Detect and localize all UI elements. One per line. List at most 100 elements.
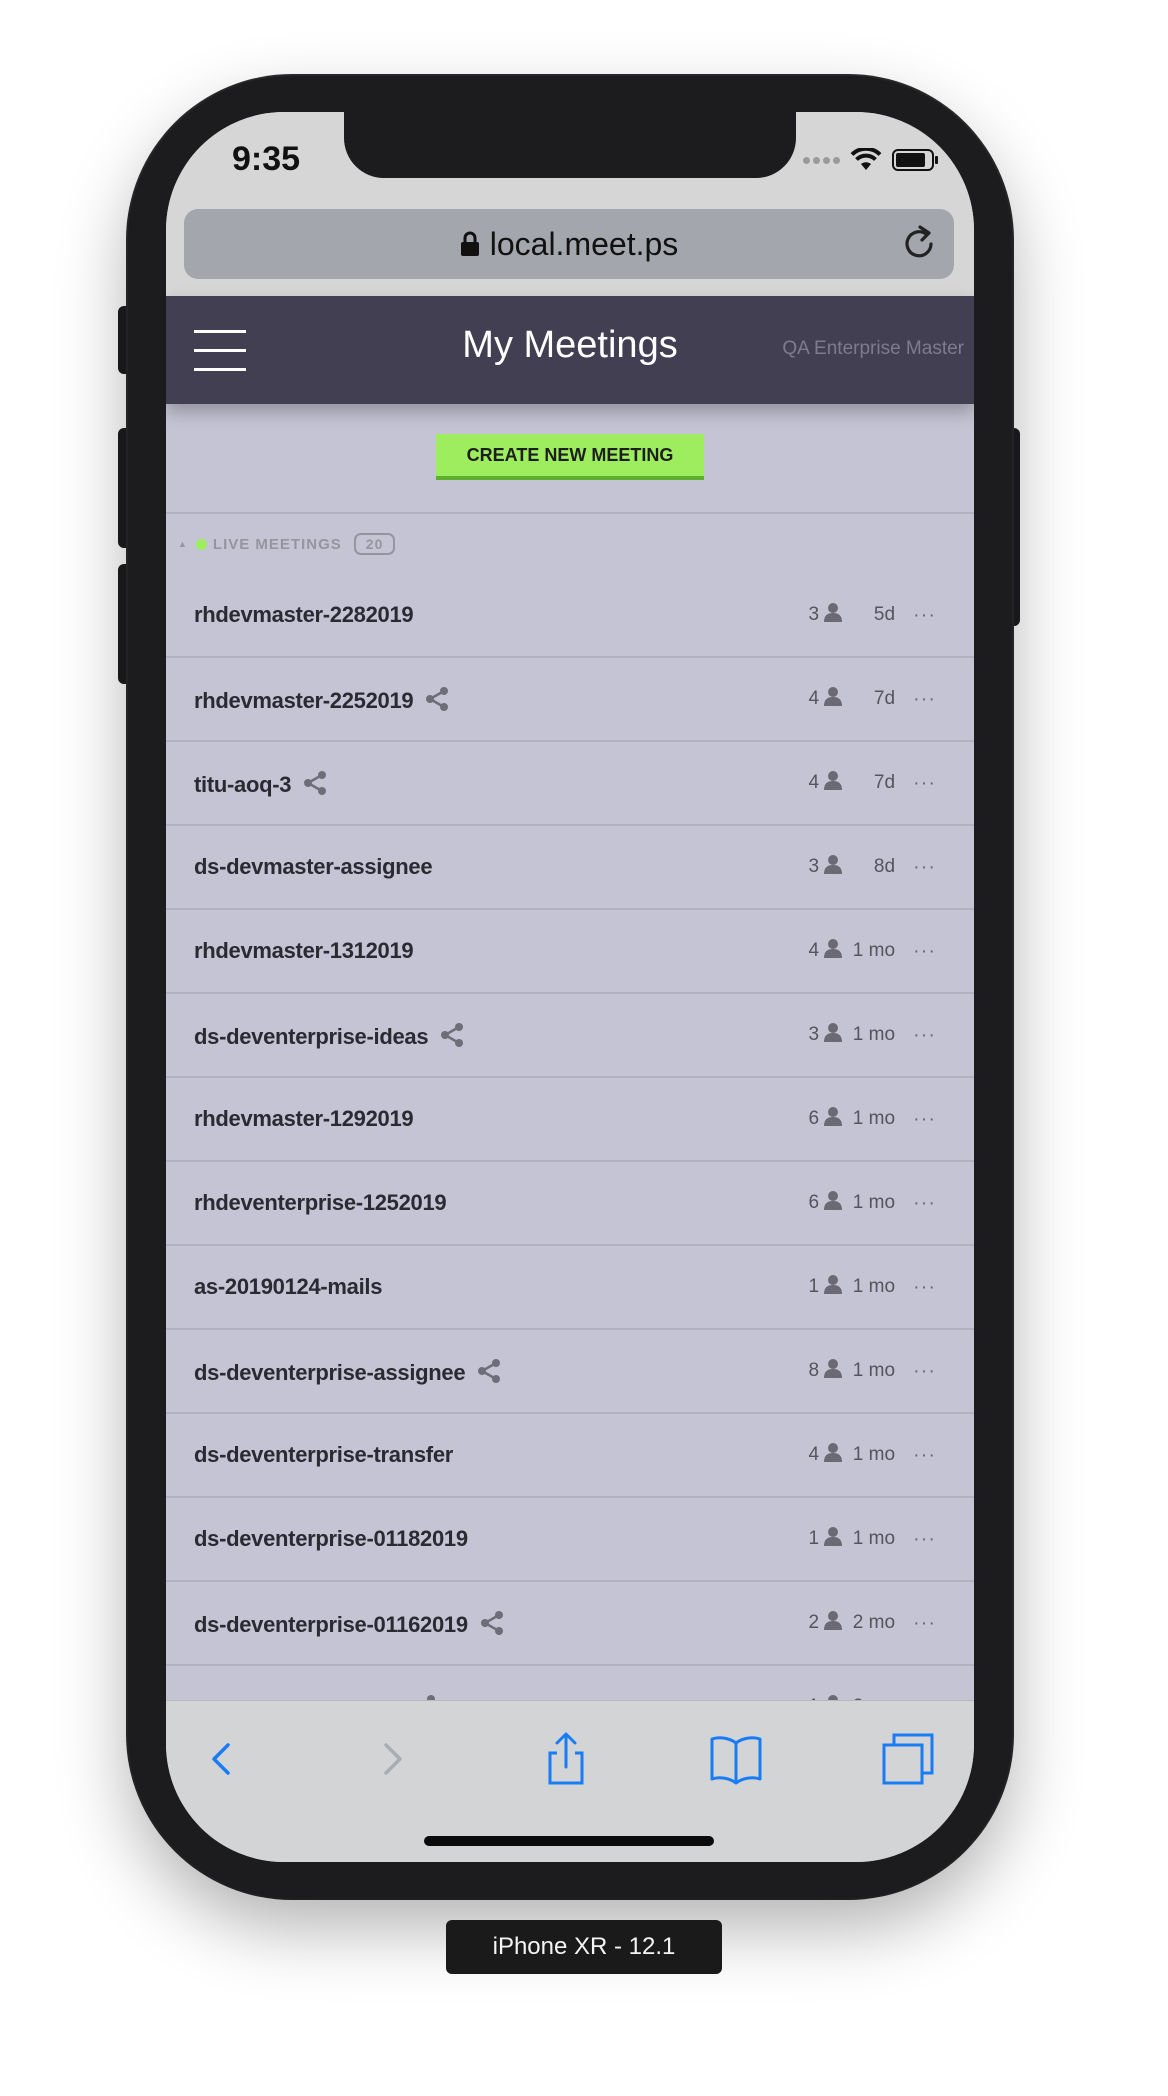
share-icon[interactable] bbox=[477, 1358, 501, 1390]
meeting-meta: 2 2 mo ··· bbox=[803, 1610, 936, 1635]
more-icon[interactable]: ··· bbox=[913, 1109, 936, 1129]
share-sheet-icon[interactable] bbox=[536, 1729, 596, 1789]
meeting-row[interactable]: rhdevmaster-2252019 4 7d ··· bbox=[166, 658, 974, 742]
more-icon[interactable]: ··· bbox=[913, 1277, 936, 1297]
more-icon[interactable]: ··· bbox=[913, 1445, 936, 1465]
notch bbox=[344, 112, 796, 178]
meeting-age: 1 mo bbox=[852, 1275, 896, 1297]
meeting-name-text: rhdevmaster-2252019 bbox=[194, 688, 414, 713]
meeting-row[interactable]: rhdeventerprise-1252019 6 1 mo ··· bbox=[166, 1162, 974, 1246]
person-icon bbox=[823, 770, 843, 795]
participant-count: 1 bbox=[808, 1527, 820, 1549]
meeting-age: 1 mo bbox=[852, 939, 896, 961]
person-icon bbox=[823, 1190, 843, 1215]
participant-count: 3 bbox=[808, 855, 820, 877]
meeting-row[interactable]: ds-deventerprise-assignee 8 1 mo ··· bbox=[166, 1330, 974, 1414]
live-indicator-dot bbox=[195, 538, 207, 550]
meeting-row[interactable]: ds-deventerprise-ideas 3 1 mo ··· bbox=[166, 994, 974, 1078]
person-icon bbox=[823, 1526, 843, 1551]
participant-count: 1 bbox=[808, 1275, 820, 1297]
participant-count: 8 bbox=[808, 1359, 820, 1381]
meeting-meta: 1 1 mo ··· bbox=[803, 1274, 936, 1299]
meeting-name-text: rhdeventerprise-1252019 bbox=[194, 1190, 447, 1215]
meeting-name[interactable]: ds-deventerprise-transfer bbox=[194, 1442, 453, 1468]
meeting-name-text: ds-deventerprise-01182019 bbox=[194, 1526, 468, 1551]
create-new-meeting-button[interactable]: CREATE NEW MEETING bbox=[436, 434, 704, 480]
meeting-row[interactable]: rhdevmaster-upvote12 mo··· bbox=[166, 1666, 974, 1700]
organization-name[interactable]: QA Enterprise Master bbox=[782, 338, 964, 360]
meeting-name[interactable]: rhdevmaster-2282019 bbox=[194, 602, 414, 628]
share-icon[interactable] bbox=[440, 1022, 464, 1054]
participant-count: 2 bbox=[808, 1611, 820, 1633]
live-meetings-header[interactable]: ▲ LIVE MEETINGS 20 bbox=[166, 514, 974, 574]
meeting-name[interactable]: rhdevmaster-1292019 bbox=[194, 1106, 414, 1132]
more-icon[interactable]: ··· bbox=[913, 1025, 936, 1045]
meeting-name-text: as-20190124-mails bbox=[194, 1274, 383, 1299]
meeting-name[interactable]: as-20190124-mails bbox=[194, 1274, 382, 1300]
participant-count: 6 bbox=[808, 1191, 820, 1213]
share-icon[interactable] bbox=[480, 1610, 504, 1642]
more-icon[interactable]: ··· bbox=[913, 605, 936, 625]
meeting-meta: 1 1 mo ··· bbox=[803, 1526, 936, 1551]
meeting-row[interactable]: titu-aoq-3 4 7d ··· bbox=[166, 742, 974, 826]
person-icon bbox=[823, 854, 843, 879]
meeting-name[interactable]: rhdevmaster-2252019 bbox=[194, 686, 449, 718]
share-icon[interactable] bbox=[425, 686, 449, 718]
meeting-row[interactable]: ds-deventerprise-01162019 2 2 mo ··· bbox=[166, 1582, 974, 1666]
participant-count: 4 bbox=[808, 771, 820, 793]
status-bar: 9:35 bbox=[166, 112, 974, 202]
meeting-name[interactable]: rhdevmaster-1312019 bbox=[194, 938, 414, 964]
meeting-age: 1 mo bbox=[852, 1359, 896, 1381]
create-meeting-bar: CREATE NEW MEETING bbox=[166, 404, 974, 514]
participant-count: 4 bbox=[808, 1443, 820, 1465]
more-icon[interactable]: ··· bbox=[913, 1529, 936, 1549]
meeting-row[interactable]: ds-deventerprise-01182019 1 1 mo ··· bbox=[166, 1498, 974, 1582]
meeting-age: 1 mo bbox=[852, 1527, 896, 1549]
meeting-name[interactable]: ds-deventerprise-01182019 bbox=[194, 1526, 468, 1552]
meeting-age: 5d bbox=[873, 603, 896, 625]
address-bar[interactable]: local.meet.ps bbox=[184, 209, 954, 279]
meeting-meta: 3 1 mo ··· bbox=[803, 1022, 936, 1047]
more-icon[interactable]: ··· bbox=[913, 689, 936, 709]
meeting-row[interactable]: rhdevmaster-2282019 3 5d ··· bbox=[166, 574, 974, 658]
meeting-age: 7d bbox=[873, 771, 896, 793]
tabs-icon[interactable] bbox=[878, 1729, 938, 1789]
meeting-age: 1 mo bbox=[852, 1107, 896, 1129]
meeting-name[interactable]: ds-deventerprise-ideas bbox=[194, 1022, 464, 1054]
meeting-row[interactable]: ds-deventerprise-transfer 4 1 mo ··· bbox=[166, 1414, 974, 1498]
person-icon bbox=[823, 1022, 843, 1047]
person-icon bbox=[823, 686, 843, 711]
participant-count: 4 bbox=[808, 939, 820, 961]
device-label: iPhone XR - 12.1 bbox=[446, 1920, 722, 1974]
meeting-row[interactable]: rhdevmaster-1312019 4 1 mo ··· bbox=[166, 910, 974, 994]
more-icon[interactable]: ··· bbox=[913, 941, 936, 961]
more-icon[interactable]: ··· bbox=[913, 857, 936, 877]
battery-icon bbox=[892, 149, 938, 171]
meeting-meta: 3 8d ··· bbox=[803, 854, 936, 879]
home-indicator bbox=[424, 1836, 714, 1846]
bookmarks-icon[interactable] bbox=[706, 1729, 766, 1789]
meeting-row[interactable]: ds-devmaster-assignee 3 8d ··· bbox=[166, 826, 974, 910]
meeting-name[interactable]: rhdeventerprise-1252019 bbox=[194, 1190, 447, 1216]
collapse-caret-icon[interactable]: ▲ bbox=[178, 539, 188, 549]
meeting-name[interactable]: ds-devmaster-assignee bbox=[194, 854, 433, 880]
meeting-row[interactable]: rhdevmaster-1292019 6 1 mo ··· bbox=[166, 1078, 974, 1162]
meeting-name-text: ds-deventerprise-assignee bbox=[194, 1360, 466, 1385]
more-icon[interactable]: ··· bbox=[913, 1361, 936, 1381]
share-icon[interactable] bbox=[303, 770, 327, 802]
meeting-row[interactable]: as-20190124-mails 1 1 mo ··· bbox=[166, 1246, 974, 1330]
more-icon[interactable]: ··· bbox=[913, 1193, 936, 1213]
more-icon[interactable]: ··· bbox=[913, 773, 936, 793]
meeting-name[interactable]: titu-aoq-3 bbox=[194, 770, 327, 802]
more-icon[interactable]: ··· bbox=[913, 1613, 936, 1633]
status-time: 9:35 bbox=[232, 140, 301, 178]
back-icon[interactable] bbox=[192, 1729, 252, 1789]
status-icons bbox=[803, 148, 940, 172]
meeting-name[interactable]: ds-deventerprise-01162019 bbox=[194, 1610, 504, 1642]
meeting-age: 7d bbox=[873, 687, 896, 709]
reload-icon[interactable] bbox=[898, 223, 940, 265]
forward-icon[interactable] bbox=[362, 1729, 422, 1789]
meeting-name[interactable]: ds-deventerprise-assignee bbox=[194, 1358, 501, 1390]
person-icon bbox=[823, 1274, 843, 1299]
person-icon bbox=[823, 1106, 843, 1131]
